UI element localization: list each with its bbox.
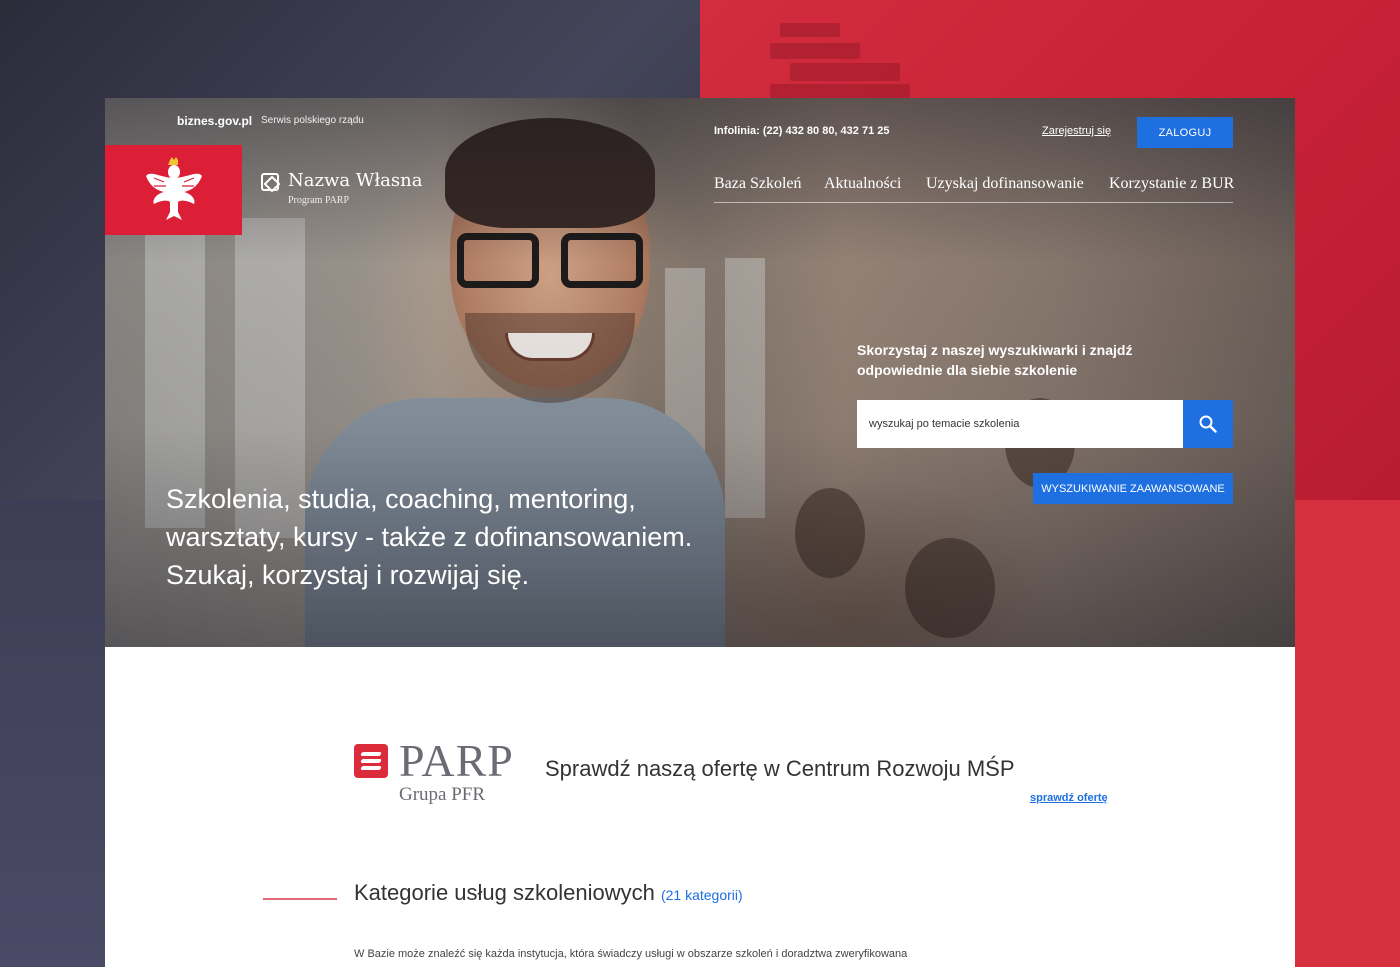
- advanced-search-button[interactable]: WYSZUKIWANIE ZAAWANSOWANE: [1033, 473, 1233, 504]
- top-bar: biznes.gov.pl Serwis polskiego rządu: [105, 98, 1295, 146]
- backdrop-blocks: [770, 18, 920, 98]
- gov-portal-link[interactable]: biznes.gov.pl: [177, 114, 252, 128]
- parp-logo-sub: Grupa PFR: [399, 784, 486, 805]
- offer-heading: Sprawdź naszą ofertę w Centrum Rozwoju M…: [545, 756, 1015, 781]
- hero-claim: Szkolenia, studia, coaching, mentoring, …: [166, 484, 693, 590]
- categories-description: W Bazie może znaleźć się każda instytucj…: [354, 948, 908, 960]
- gov-portal-desc: Serwis polskiego rządu: [261, 115, 364, 126]
- brand-name: Nazwa Własna: [288, 170, 423, 191]
- login-button[interactable]: ZALOGUJ: [1137, 117, 1233, 148]
- section-divider: [263, 898, 337, 900]
- nav-item-aktualnosci[interactable]: Aktualności: [824, 175, 901, 193]
- hero-section: biznes.gov.pl Serwis polskiego rządu Naz…: [105, 98, 1295, 647]
- helpline-text: Infolinia: (22) 432 80 80, 432 71 25: [714, 125, 890, 137]
- white-eagle-emblem-icon: [145, 157, 202, 220]
- categories-heading: Kategorie usług szkoleniowych (21 katego…: [354, 880, 743, 905]
- search-input[interactable]: [857, 400, 1183, 448]
- search-icon: [1199, 415, 1217, 433]
- nav-item-korzystanie-bur[interactable]: Korzystanie z BUR: [1109, 175, 1234, 193]
- website-frame: biznes.gov.pl Serwis polskiego rządu Naz…: [105, 98, 1295, 967]
- offer-link[interactable]: sprawdź ofertę: [1030, 792, 1108, 804]
- search-intro-text: Skorzystaj z naszej wyszukiwarki i znajd…: [857, 342, 1133, 378]
- diamond-logo-icon: [261, 173, 279, 191]
- nav-item-baza-szkolen[interactable]: Baza Szkoleń: [714, 175, 802, 193]
- register-link[interactable]: Zarejestruj się: [1042, 125, 1111, 137]
- search-button[interactable]: [1183, 400, 1233, 448]
- brand-subtitle: Program PARP: [288, 195, 350, 206]
- emblem-box[interactable]: [105, 145, 242, 235]
- main-nav: Baza Szkoleń Aktualności Uzyskaj dofinan…: [714, 171, 1234, 203]
- categories-count[interactable]: (21 kategorii): [661, 887, 743, 903]
- parp-logo-word: PARP: [399, 735, 514, 786]
- nav-item-dofinansowanie[interactable]: Uzyskaj dofinansowanie: [926, 175, 1084, 193]
- search-box: [857, 400, 1233, 448]
- parp-logo-icon: [354, 744, 388, 778]
